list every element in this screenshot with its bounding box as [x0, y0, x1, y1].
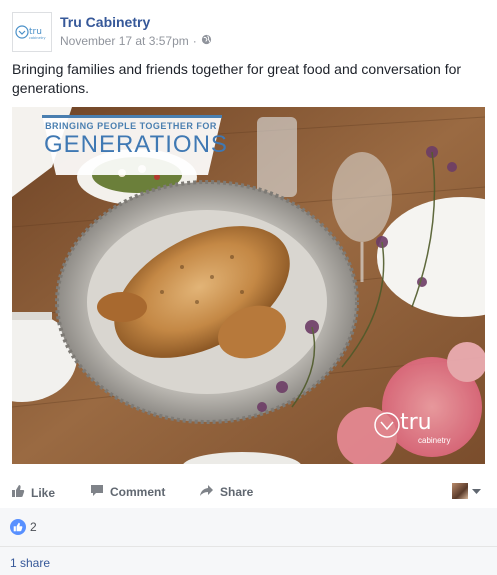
viewer-avatar: [452, 483, 468, 499]
photo-logo-sub: cabinetry: [418, 436, 451, 445]
reactions-row: 2: [0, 508, 497, 547]
tru-logo-icon: tru cabinetry: [15, 25, 46, 40]
post-timestamp[interactable]: November 17 at 3:57pm: [60, 34, 189, 48]
banner-subtitle: BRINGING PEOPLE TOGETHER FOR: [45, 121, 217, 131]
share-count-link[interactable]: 1 share: [10, 556, 50, 570]
post-text: Bringing families and friends together f…: [12, 61, 462, 96]
like-button[interactable]: Like: [11, 484, 55, 501]
banner-title: GENERATIONS: [44, 131, 228, 158]
action-bar: Like Comment Share: [0, 474, 497, 509]
like-label: Like: [31, 485, 56, 500]
post-header: tru cabinetry Tru Cabinetry November 17 …: [12, 12, 482, 52]
facebook-post: tru cabinetry Tru Cabinetry November 17 …: [0, 0, 497, 575]
like-reaction-icon: [10, 519, 26, 535]
shares-row: 1 share: [0, 547, 497, 575]
meta-separator: ·: [192, 34, 197, 48]
share-button[interactable]: Share: [199, 484, 253, 500]
post-as-selector[interactable]: [452, 482, 481, 500]
page-name-link[interactable]: Tru Cabinetry: [60, 14, 150, 30]
share-arrow-icon: [199, 484, 214, 500]
thumbs-up-icon: [11, 484, 25, 501]
page-avatar[interactable]: tru cabinetry: [12, 12, 52, 52]
post-meta: November 17 at 3:57pm ·: [60, 34, 212, 48]
photo-logo-text: tru: [400, 410, 432, 435]
comment-button[interactable]: Comment: [90, 484, 165, 500]
avatar-logo-sub: cabinetry: [29, 36, 46, 40]
caret-down-icon: [472, 482, 481, 500]
reaction-count: 2: [30, 520, 37, 534]
comment-icon: [90, 484, 104, 500]
share-label: Share: [220, 485, 254, 499]
comment-label: Comment: [110, 485, 166, 499]
reaction-summary[interactable]: 2: [10, 519, 37, 535]
globe-icon[interactable]: [201, 34, 212, 48]
